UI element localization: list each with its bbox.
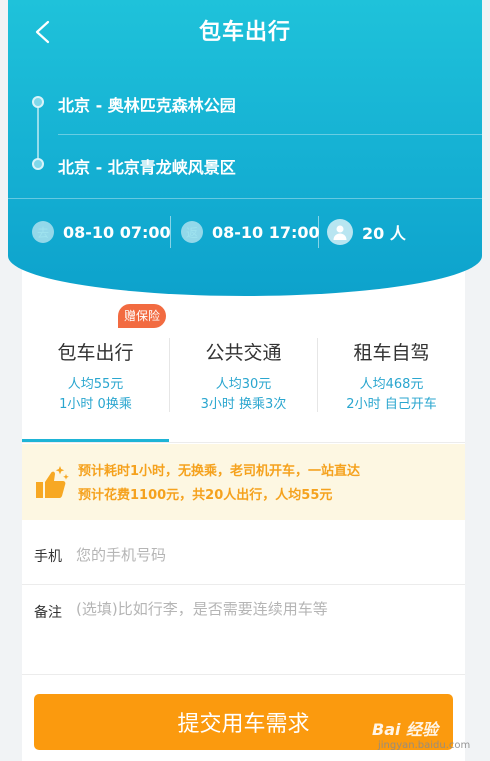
person-icon <box>327 219 353 245</box>
route-connector <box>37 104 39 166</box>
tab-self-drive-name: 租车自驾 <box>353 342 430 364</box>
origin-dot-icon <box>32 96 44 108</box>
passenger-count-value: 20 人 <box>362 224 406 243</box>
phone-label: 手机 <box>34 549 62 565</box>
watermark-url: jingyan.baidu.com <box>378 740 471 751</box>
end-time-value: 08-10 17:00 <box>212 222 320 242</box>
tab-self-drive-detail: 2小时 自己开车 <box>346 397 437 412</box>
note-row: 备注 <box>22 592 465 672</box>
note-label: 备注 <box>34 605 62 621</box>
tab-public-transit-detail: 3小时 换乘3次 <box>200 397 287 412</box>
tab-charter-price: 人均55元 <box>67 377 124 392</box>
note-input[interactable] <box>76 596 455 622</box>
tab-public-transit-name: 公共交通 <box>205 342 282 364</box>
return-clock-icon: 返 <box>181 221 203 243</box>
divider <box>8 198 482 199</box>
start-time-value: 08-10 07:00 <box>63 222 171 242</box>
trip-info-row: 去 08-10 07:00 返 08-10 17:00 20 人 <box>8 216 482 248</box>
divider <box>22 674 465 675</box>
passenger-count-field[interactable]: 20 人 <box>327 216 406 248</box>
watermark-main: Bai 经验 <box>372 720 439 739</box>
tab-charter-detail: 1小时 0换乘 <box>59 397 132 412</box>
destination-field[interactable]: 北京 - 北京青龙峡风景区 <box>58 154 236 178</box>
insurance-badge: 赠保险 <box>118 304 167 328</box>
tab-public-transit[interactable]: 公共交通 人均30元 3小时 换乘3次 <box>170 336 317 436</box>
tab-self-drive-price: 人均468元 <box>359 377 424 392</box>
start-time-field[interactable]: 去 08-10 07:00 <box>32 216 171 248</box>
tab-charter[interactable]: 包车出行 人均55元 1小时 0换乘 <box>22 336 169 436</box>
divider <box>22 584 465 585</box>
origin-field[interactable]: 北京 - 奥林匹克森林公园 <box>58 92 236 116</box>
divider <box>22 442 465 443</box>
tab-charter-name: 包车出行 <box>57 342 134 364</box>
phone-row: 手机 <box>22 532 465 584</box>
booking-card: 包车出行 人均55元 1小时 0换乘 公共交通 人均30元 3小时 换乘3次 租… <box>22 296 465 761</box>
header: 包车出行 北京 - 奥林匹克森林公园 北京 - 北京青龙峡风景区 去 08-10… <box>8 0 482 296</box>
tab-public-transit-price: 人均30元 <box>215 377 272 392</box>
page-title: 包车出行 <box>198 20 291 45</box>
start-clock-icon: 去 <box>32 221 54 243</box>
thumbs-up-icon <box>36 466 69 498</box>
end-time-field[interactable]: 返 08-10 17:00 <box>181 216 320 248</box>
transport-tabs: 包车出行 人均55元 1小时 0换乘 公共交通 人均30元 3小时 换乘3次 租… <box>22 336 465 436</box>
destination-dot-icon <box>32 158 44 170</box>
notice-line-cost: 预计花费1100元，共20人出行，人均55元 <box>78 488 333 503</box>
phone-input[interactable] <box>76 542 455 568</box>
divider <box>318 216 319 248</box>
divider <box>170 216 171 248</box>
divider <box>58 134 482 135</box>
trip-estimate-notice: 预计耗时1小时，无换乘，老司机开车，一站直达 预计花费1100元，共20人出行，… <box>22 444 465 520</box>
baidu-jingyan-watermark: Bai 经验 jingyan.baidu.com <box>372 712 484 756</box>
notice-line-time: 预计耗时1小时，无换乘，老司机开车，一站直达 <box>78 464 361 479</box>
tab-self-drive[interactable]: 租车自驾 人均468元 2小时 自己开车 <box>318 336 465 436</box>
